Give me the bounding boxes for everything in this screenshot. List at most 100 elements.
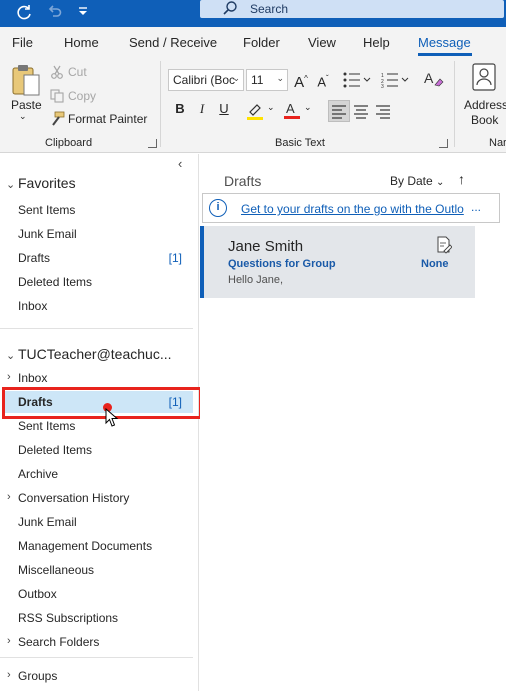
message-subject: Questions for Group bbox=[228, 258, 336, 270]
undo-icon[interactable] bbox=[46, 3, 62, 25]
tab-help[interactable]: Help bbox=[363, 35, 390, 50]
paste-dropdown-icon[interactable]: ⌄ bbox=[19, 111, 27, 122]
tab-send-receive[interactable]: Send / Receive bbox=[129, 35, 217, 50]
message-category: None bbox=[421, 258, 449, 270]
svg-text:3: 3 bbox=[381, 84, 384, 88]
folder-label: Inbox bbox=[18, 299, 48, 313]
divider bbox=[0, 328, 193, 329]
groups-header[interactable]: › Groups bbox=[3, 665, 193, 687]
basic-text-launcher-icon[interactable] bbox=[439, 139, 448, 148]
ribbon: Paste ⌄ Cut Copy Format Painter Clipboar… bbox=[0, 57, 506, 153]
svg-text:A: A bbox=[424, 70, 434, 86]
clipboard-launcher-icon[interactable] bbox=[148, 139, 157, 148]
favorites-item-inbox[interactable]: Inbox bbox=[3, 295, 193, 317]
title-bar: Search bbox=[0, 0, 506, 27]
search-icon bbox=[222, 0, 238, 19]
tab-folder[interactable]: Folder bbox=[243, 35, 280, 50]
folder-label: Management Documents bbox=[18, 539, 153, 553]
favorites-header[interactable]: ⌄ Favorites bbox=[6, 175, 76, 191]
copy-button[interactable]: Copy bbox=[68, 89, 96, 103]
favorites-item-junk-email[interactable]: Junk Email bbox=[3, 223, 193, 245]
search-placeholder[interactable]: Search bbox=[250, 2, 288, 16]
favorites-item-sent-items[interactable]: Sent Items bbox=[3, 199, 193, 221]
address-book-icon[interactable] bbox=[471, 63, 497, 94]
bold-button[interactable]: B bbox=[170, 99, 190, 119]
font-color-icon[interactable]: A bbox=[283, 100, 301, 123]
highlight-icon[interactable] bbox=[246, 101, 266, 124]
chevron-down-icon: ⌄ bbox=[6, 350, 16, 362]
group-separator bbox=[454, 61, 455, 147]
paste-icon[interactable] bbox=[10, 63, 42, 97]
folder-label: Deleted Items bbox=[18, 443, 93, 457]
account-item-search-folders[interactable]: › Search Folders bbox=[3, 631, 193, 653]
unread-count: [1] bbox=[168, 251, 182, 265]
folder-pane: ‹ ⌄ Favorites Sent Items Junk Email Draft… bbox=[0, 154, 202, 691]
account-item-management-documents[interactable]: Management Documents bbox=[3, 535, 193, 557]
italic-button[interactable]: I bbox=[192, 99, 212, 119]
cut-button[interactable]: Cut bbox=[68, 65, 87, 79]
basic-text-group-label: Basic Text bbox=[275, 137, 325, 149]
account-item-outbox[interactable]: Outbox bbox=[3, 583, 193, 605]
paste-button[interactable]: Paste bbox=[11, 98, 42, 112]
favorites-title: Favorites bbox=[18, 175, 76, 191]
shrink-font-button[interactable]: Aˇ bbox=[313, 69, 333, 89]
align-center-icon[interactable] bbox=[351, 101, 371, 124]
message-sender: Jane Smith bbox=[228, 238, 304, 255]
message-list-pane: Drafts By Date ⌄ ↑ i Get to your drafts … bbox=[200, 154, 506, 691]
account-item-conversation-history[interactable]: › Conversation History bbox=[3, 487, 193, 509]
font-name-dropdown[interactable]: Calibri (Boc ⌄ bbox=[168, 69, 244, 91]
chevron-down-icon[interactable]: ⌄ bbox=[304, 102, 312, 113]
underline-button[interactable]: U bbox=[214, 99, 234, 119]
account-item-inbox[interactable]: › Inbox bbox=[3, 367, 193, 389]
sort-dropdown[interactable]: By Date ⌄ bbox=[390, 174, 444, 188]
info-icon: i bbox=[209, 199, 227, 217]
favorites-item-deleted-items[interactable]: Deleted Items bbox=[3, 271, 193, 293]
chevron-right-icon[interactable]: › bbox=[7, 635, 11, 647]
message-item[interactable]: Jane Smith Questions for Group Hello Jan… bbox=[200, 226, 475, 298]
divider bbox=[0, 657, 193, 658]
account-item-miscellaneous[interactable]: Miscellaneous bbox=[3, 559, 193, 581]
chevron-right-icon[interactable]: › bbox=[7, 669, 11, 681]
folder-label: Junk Email bbox=[18, 515, 77, 529]
sync-icon[interactable] bbox=[15, 3, 33, 27]
chevron-right-icon[interactable]: › bbox=[7, 371, 11, 383]
tab-file[interactable]: File bbox=[12, 35, 33, 50]
account-item-archive[interactable]: Archive bbox=[3, 463, 193, 485]
align-right-icon[interactable] bbox=[373, 101, 393, 124]
sort-direction-icon[interactable]: ↑ bbox=[458, 171, 465, 187]
account-item-rss-subscriptions[interactable]: RSS Subscriptions bbox=[3, 607, 193, 629]
search-box[interactable]: Search bbox=[200, 0, 504, 18]
folder-label: RSS Subscriptions bbox=[18, 611, 119, 625]
favorites-item-drafts[interactable]: Drafts [1] bbox=[3, 247, 193, 269]
chevron-down-icon: ⌄ bbox=[436, 177, 445, 188]
account-item-junk-email[interactable]: Junk Email bbox=[3, 511, 193, 533]
chevron-right-icon[interactable]: › bbox=[7, 491, 11, 503]
address-book-button-line2[interactable]: Book bbox=[471, 113, 498, 127]
tab-view[interactable]: View bbox=[308, 35, 336, 50]
format-painter-button[interactable]: Format Painter bbox=[68, 112, 147, 126]
font-size-dropdown[interactable]: 11 ⌄ bbox=[246, 69, 288, 91]
chevron-down-icon: ⌄ bbox=[6, 179, 16, 191]
annotation-highlight-box bbox=[2, 387, 202, 419]
mobile-promo-link[interactable]: Get to your drafts on the go with the Ou… bbox=[241, 202, 473, 216]
folder-label: Sent Items bbox=[18, 419, 76, 433]
clear-formatting-icon[interactable]: A bbox=[424, 70, 444, 91]
active-tab-indicator bbox=[418, 53, 472, 56]
customize-quick-access-icon[interactable] bbox=[78, 4, 88, 24]
folder-title: Drafts bbox=[224, 173, 262, 189]
account-item-deleted-items[interactable]: Deleted Items bbox=[3, 439, 193, 461]
tab-message[interactable]: Message bbox=[418, 35, 471, 50]
bullets-icon[interactable] bbox=[343, 72, 371, 91]
grow-font-button[interactable]: A^ bbox=[291, 69, 311, 91]
tab-home[interactable]: Home bbox=[64, 35, 99, 50]
address-book-button[interactable]: Address bbox=[464, 98, 506, 112]
numbering-icon[interactable]: 123 bbox=[381, 72, 409, 91]
account-header[interactable]: ⌄ TUCTeacher@teachuc... bbox=[6, 346, 172, 362]
chevron-down-icon: ⌄ bbox=[232, 73, 240, 83]
collapse-pane-icon[interactable]: ‹ bbox=[178, 156, 182, 171]
draft-edit-icon bbox=[436, 236, 453, 257]
chevron-down-icon[interactable]: ⌄ bbox=[267, 102, 275, 113]
folder-label: Miscellaneous bbox=[18, 563, 95, 577]
align-left-icon[interactable] bbox=[328, 100, 350, 122]
folder-label: Search Folders bbox=[18, 635, 100, 649]
